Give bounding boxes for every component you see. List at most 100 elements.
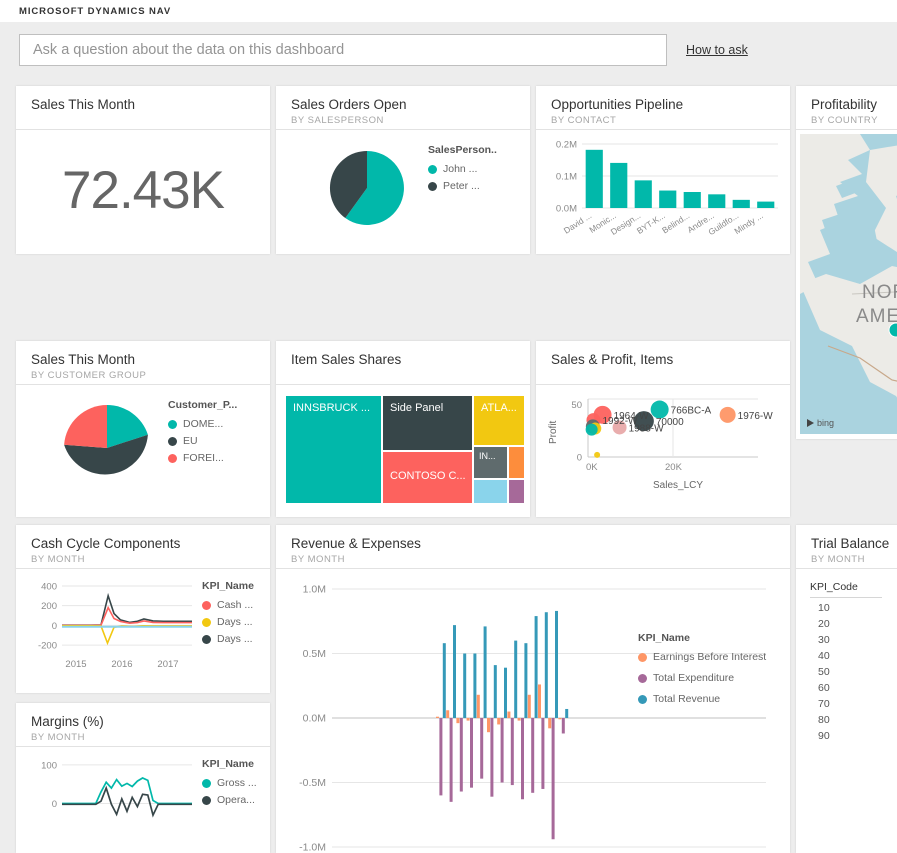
tile-opportunities-pipeline[interactable]: Opportunities Pipeline BY CONTACT 0.2M0.… <box>536 86 790 254</box>
how-to-ask-link[interactable]: How to ask <box>686 43 748 57</box>
legend-item[interactable]: Total Revenue <box>638 693 766 705</box>
tile-header: Trial Balance BY MONTH <box>796 525 897 569</box>
scatter-point <box>651 401 669 419</box>
tile-header: Item Sales Shares <box>276 341 530 385</box>
treemap-node[interactable] <box>474 480 507 503</box>
legend-swatch-icon <box>168 437 177 446</box>
legend-label: Gross ... <box>217 777 257 789</box>
x-tick-label: Belind... <box>660 210 691 235</box>
legend-item[interactable]: EU <box>168 435 237 447</box>
tile-margins[interactable]: Margins (%) BY MONTH 1000 KPI_Name Gross… <box>16 703 270 853</box>
treemap-node[interactable]: INNSBRUCK ... <box>286 396 381 503</box>
y-tick-label: 0.0M <box>303 713 326 725</box>
bar <box>562 718 565 733</box>
table-row[interactable]: 10 <box>810 598 897 614</box>
legend-label: Earnings Before Interest <box>653 651 766 663</box>
map-canvas[interactable]: NOR AMER bing <box>800 134 897 434</box>
legend-swatch-icon <box>428 165 437 174</box>
legend-label: Days ... <box>217 633 253 645</box>
scatter-chart[interactable]: 5000K20KProfitSales_LCY1964-W766BC-A7000… <box>536 385 790 516</box>
tile-title: Sales Orders Open <box>291 97 530 112</box>
table-row[interactable]: 50 <box>810 662 897 678</box>
bar <box>467 718 470 721</box>
table-row[interactable]: 20 <box>810 614 897 630</box>
bar <box>538 684 541 718</box>
table-column-header[interactable]: KPI_Code <box>810 581 882 598</box>
legend-item[interactable]: DOME... <box>168 418 237 430</box>
qa-search-input[interactable] <box>31 41 655 59</box>
table-row[interactable]: 80 <box>810 710 897 726</box>
legend-item[interactable]: Total Expenditure <box>638 672 766 684</box>
bar <box>586 150 603 208</box>
table-row[interactable]: 90 <box>810 726 897 742</box>
bar <box>610 163 627 208</box>
bar-chart-revenue-expenses[interactable]: 1.0M0.5M0.0M-0.5M-1.0M KPI_Name Earnings… <box>276 569 790 852</box>
qa-search-box[interactable] <box>19 34 667 66</box>
x-tick-label: 2016 <box>111 659 132 670</box>
legend-item[interactable]: Peter ... <box>428 180 497 192</box>
legend-label: Days ... <box>217 616 253 628</box>
bar <box>548 718 551 728</box>
treemap-node[interactable]: CONTOSO C... <box>383 452 472 503</box>
line-chart-margins[interactable]: 1000 KPI_Name Gross ... Opera... <box>16 747 270 852</box>
tile-title: Sales This Month <box>31 352 270 367</box>
map-chart-profitability[interactable]: NOR AMER bing <box>796 130 897 438</box>
tile-header: Profitability BY COUNTRY <box>796 86 897 130</box>
line-chart-cash-cycle[interactable]: 4002000-200201520162017 KPI_Name Cash ..… <box>16 569 270 692</box>
legend-item[interactable]: John ... <box>428 163 497 175</box>
treemap-node[interactable] <box>509 447 524 478</box>
bing-label: bing <box>817 418 834 428</box>
table-row[interactable]: 70 <box>810 694 897 710</box>
line-series <box>62 596 192 625</box>
y-tick-label: 0.5M <box>303 648 326 660</box>
scatter-point-label: 766BC-A <box>671 406 712 417</box>
tile-trial-balance[interactable]: Trial Balance BY MONTH KPI_Code 10203040… <box>796 525 897 853</box>
y-tick-label: 0.0M <box>556 204 577 215</box>
bar <box>733 200 750 208</box>
tile-subtitle: BY SALESPERSON <box>291 115 530 126</box>
legend-item[interactable]: Opera... <box>202 794 257 806</box>
bar <box>528 695 531 718</box>
y-tick-label: 0 <box>577 453 582 464</box>
tile-sales-profit-items[interactable]: Sales & Profit, Items 5000K20KProfitSale… <box>536 341 790 517</box>
treemap-node[interactable]: ATLA... <box>474 396 524 445</box>
pie-chart-customer-group[interactable]: Customer_P... DOME... EU FOREI... <box>16 385 270 516</box>
bar <box>504 668 507 718</box>
x-axis-title: Sales_LCY <box>653 480 703 491</box>
table-row[interactable]: 60 <box>810 678 897 694</box>
line-series <box>62 626 192 643</box>
legend-item[interactable]: Days ... <box>202 633 254 645</box>
treemap-node[interactable]: Side Panel <box>383 396 472 450</box>
legend-title: KPI_Name <box>202 580 254 592</box>
bar-chart-pipeline[interactable]: 0.2M0.1M0.0MDavid ...Monic...Design...BY… <box>536 130 790 253</box>
pie-slice-foreign[interactable] <box>64 405 107 448</box>
table-trial-balance[interactable]: KPI_Code 102030405060708090 <box>796 569 897 853</box>
legend-item[interactable]: Days ... <box>202 616 254 628</box>
tile-item-sales-shares[interactable]: Item Sales Shares INNSBRUCK ... Side Pan… <box>276 341 530 517</box>
scatter-point <box>594 452 600 458</box>
legend-label: Cash ... <box>217 599 253 611</box>
treemap-node[interactable] <box>509 480 524 503</box>
legend-item[interactable]: Earnings Before Interest <box>638 651 766 663</box>
table-row[interactable]: 40 <box>810 646 897 662</box>
bar <box>470 718 473 788</box>
tile-title: Item Sales Shares <box>291 352 530 367</box>
legend-item[interactable]: Cash ... <box>202 599 254 611</box>
qa-bar: How to ask <box>0 22 897 78</box>
tile-sales-this-month[interactable]: Sales This Month 72.43K <box>16 86 270 254</box>
bar <box>456 718 459 723</box>
tile-profitability[interactable]: Profitability BY COUNTRY NOR <box>796 86 897 439</box>
treemap-node[interactable]: IN... <box>474 447 507 478</box>
pie-chart-salesperson[interactable]: SalesPerson.. John ... Peter ... <box>276 130 530 253</box>
tile-revenue-expenses[interactable]: Revenue & Expenses BY MONTH 1.0M0.5M0.0M… <box>276 525 790 853</box>
bar <box>531 718 534 793</box>
legend-swatch-icon <box>202 618 211 627</box>
tile-sales-orders-open[interactable]: Sales Orders Open BY SALESPERSON SalesPe… <box>276 86 530 254</box>
treemap-chart[interactable]: INNSBRUCK ... Side Panel CONTOSO C... AT… <box>276 385 530 516</box>
map-label-north: NOR <box>862 282 897 304</box>
tile-sales-this-month-by-group[interactable]: Sales This Month BY CUSTOMER GROUP Custo… <box>16 341 270 517</box>
tile-cash-cycle-components[interactable]: Cash Cycle Components BY MONTH 4002000-2… <box>16 525 270 693</box>
table-row[interactable]: 30 <box>810 630 897 646</box>
legend-item[interactable]: Gross ... <box>202 777 257 789</box>
legend-item[interactable]: FOREI... <box>168 452 237 464</box>
